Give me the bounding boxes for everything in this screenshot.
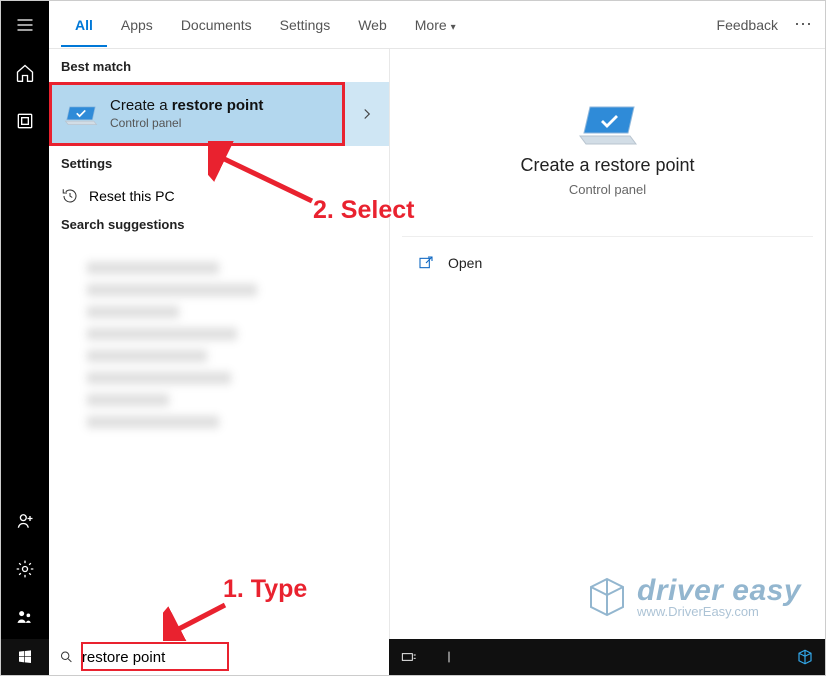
tab-web[interactable]: Web [344,3,401,47]
frame-icon[interactable] [1,97,49,145]
task-view-button[interactable] [389,639,429,675]
blurred-suggestions [57,244,373,476]
taskbar-divider [429,639,469,675]
feedback-link[interactable]: Feedback [717,17,778,33]
chevron-down-icon: ▾ [451,22,456,33]
results-column: Best match Create a restore point Contro… [49,49,389,639]
result-subtitle: Control panel [110,116,263,132]
taskbar [1,639,825,675]
nav-rail [1,1,49,641]
taskbar-search[interactable] [49,639,389,675]
home-icon[interactable] [1,49,49,97]
preview-subtitle: Control panel [569,182,646,197]
contacts-icon[interactable] [1,593,49,641]
preview-title: Create a restore point [520,155,694,176]
windows-icon [17,649,33,665]
settings-item-reset-pc[interactable]: Reset this PC [49,179,389,213]
tab-more[interactable]: More▾ [401,3,470,47]
preview-column: Create a restore point Control panel Ope… [389,49,825,639]
start-button[interactable] [1,639,49,675]
tab-apps[interactable]: Apps [107,3,167,47]
history-icon [61,187,79,205]
expand-arrow-button[interactable] [345,82,389,146]
section-settings: Settings [49,146,389,179]
search-icon [59,649,74,665]
search-input[interactable] [82,649,379,666]
section-best-match: Best match [49,49,389,82]
user-icon[interactable] [1,497,49,545]
open-icon [418,255,434,271]
search-scope-tabs: All Apps Documents Settings Web More▾ Fe… [49,1,825,49]
result-title: Create a restore point [110,96,263,116]
more-options-icon[interactable]: ⋯ [794,14,813,35]
section-search-suggestions: Search suggestions [49,213,389,240]
hamburger-icon[interactable] [1,1,49,49]
task-view-icon [401,649,417,665]
tray-app-drivereasy[interactable] [785,639,825,675]
divider-icon [441,649,457,665]
settings-item-label: Reset this PC [89,188,175,204]
best-match-result[interactable]: Create a restore point Control panel [49,82,345,146]
tab-settings[interactable]: Settings [266,3,345,47]
tab-all[interactable]: All [61,3,107,47]
preview-action-open[interactable]: Open [390,237,825,289]
preview-action-label: Open [448,255,482,271]
monitor-checkmark-icon [64,100,98,128]
cube-icon [796,648,814,666]
monitor-checkmark-icon [576,101,640,149]
preview-card: Create a restore point Control panel [402,61,813,237]
tab-documents[interactable]: Documents [167,3,266,47]
gear-icon[interactable] [1,545,49,593]
